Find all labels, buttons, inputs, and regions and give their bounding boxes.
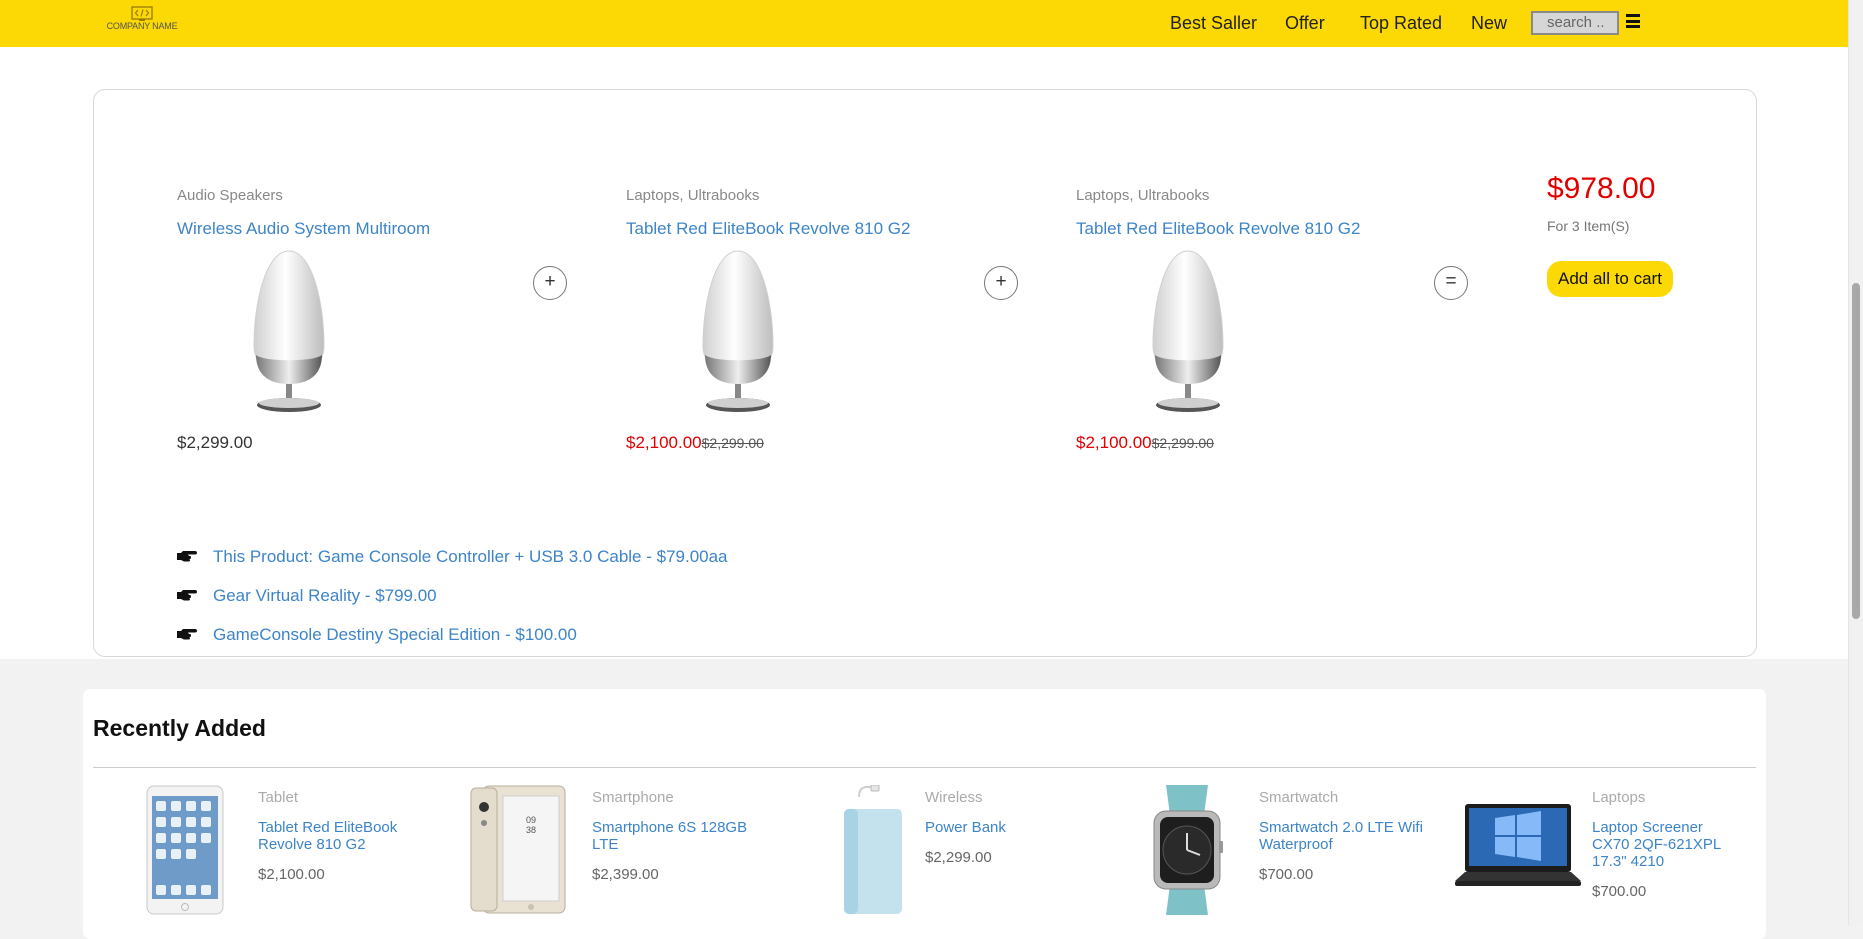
- price-regular: $2,299.00: [177, 433, 253, 452]
- product-price: $2,399.00: [592, 866, 659, 883]
- product-price: $2,100.00$2,299.00: [1076, 433, 1406, 453]
- speaker-image[interactable]: [693, 250, 783, 414]
- price-old: $2,299.00: [1151, 435, 1214, 451]
- product-info: Laptops Laptop Screener CX70 2QF-621XPL …: [1592, 785, 1742, 900]
- plus-sign: +: [984, 266, 1018, 300]
- product-title-link[interactable]: Wireless Audio System Multiroom: [177, 219, 507, 239]
- recently-added-section: Recently Added Tablet Tablet Red EliteBo…: [83, 689, 1766, 939]
- speaker-image[interactable]: [244, 250, 334, 414]
- product-info: Tablet Tablet Red EliteBook Revolve 810 …: [258, 785, 423, 883]
- product-info: Wireless Power Bank $2,299.00: [925, 785, 1090, 866]
- related-link[interactable]: Gear Virtual Reality - $799.00: [213, 586, 437, 606]
- list-item[interactable]: GameConsole Destiny Special Edition - $1…: [177, 615, 728, 654]
- smartwatch-image[interactable]: [1150, 785, 1224, 915]
- product-category: Smartphone: [592, 789, 674, 806]
- product-category: Laptops: [1592, 789, 1646, 806]
- total-price: $978.00: [1547, 172, 1656, 205]
- product-title-link[interactable]: Laptop Screener CX70 2QF-621XPL 17.3" 42…: [1592, 819, 1742, 870]
- related-link[interactable]: GameConsole Destiny Special Edition - $1…: [213, 625, 577, 645]
- bundle-card: Audio Speakers Wireless Audio System Mul…: [93, 89, 1757, 657]
- list-item[interactable]: Gear Virtual Reality - $799.00: [177, 576, 728, 615]
- bundle-product: Audio Speakers Wireless Audio System Mul…: [177, 187, 507, 453]
- nav-top-rated[interactable]: Top Rated: [1360, 13, 1442, 34]
- product-title-link[interactable]: Tablet Red EliteBook Revolve 810 G2: [258, 819, 423, 853]
- smartphone-image[interactable]: 09 38: [469, 785, 567, 915]
- top-navbar: COMPANY NAME Best Saller Offer Top Rated…: [0, 0, 1848, 47]
- product-category: Tablet: [258, 789, 299, 806]
- product-title-link[interactable]: Smartwatch 2.0 LTE Wifi Waterproof: [1259, 819, 1424, 853]
- add-all-to-cart-button[interactable]: Add all to cart: [1547, 261, 1673, 297]
- bundle-total: $978.00 For 3 Item(S) Add all to cart: [1547, 172, 1673, 297]
- related-products-list: This Product: Game Console Controller + …: [177, 537, 728, 654]
- product-category: Laptops, Ultrabooks: [626, 187, 760, 204]
- product-category: Wireless: [925, 789, 983, 806]
- section-title: Recently Added: [93, 715, 266, 741]
- laptop-image[interactable]: [1455, 803, 1581, 893]
- related-link[interactable]: This Product: Game Console Controller + …: [213, 547, 728, 567]
- pointing-hand-icon: [177, 590, 197, 601]
- product-info: Smartwatch Smartwatch 2.0 LTE Wifi Water…: [1259, 785, 1424, 883]
- divider: [93, 767, 1756, 768]
- search-input[interactable]: search ..: [1531, 11, 1619, 35]
- svg-text:09: 09: [526, 815, 536, 825]
- product-title-link[interactable]: Power Bank: [925, 819, 1090, 836]
- price-sale: $2,100.00: [626, 433, 702, 452]
- scrollbar-thumb[interactable]: [1852, 283, 1860, 619]
- price-old: $2,299.00: [701, 435, 764, 451]
- speaker-image[interactable]: [1143, 250, 1233, 414]
- product-category: Audio Speakers: [177, 187, 283, 204]
- nav-best-saller[interactable]: Best Saller: [1170, 13, 1257, 34]
- nav-offer[interactable]: Offer: [1285, 13, 1325, 34]
- tablet-image[interactable]: [145, 785, 225, 915]
- product-category: Smartwatch: [1259, 789, 1339, 806]
- bundle-product: Laptops, Ultrabooks Tablet Red EliteBook…: [1076, 187, 1406, 453]
- bundle-product: Laptops, Ultrabooks Tablet Red EliteBook…: [626, 187, 956, 453]
- logo-text: COMPANY NAME: [106, 21, 178, 31]
- power-bank-image[interactable]: [823, 785, 903, 915]
- product-info: Smartphone Smartphone 6S 128GB LTE $2,39…: [592, 785, 757, 883]
- nav-new[interactable]: New: [1471, 13, 1507, 34]
- list-item[interactable]: This Product: Game Console Controller + …: [177, 537, 728, 576]
- company-logo[interactable]: COMPANY NAME: [101, 6, 183, 40]
- code-logo-icon: [131, 6, 153, 21]
- product-category: Laptops, Ultrabooks: [1076, 187, 1210, 204]
- hamburger-menu-icon[interactable]: [1626, 14, 1640, 28]
- product-price: $2,299.00: [925, 849, 992, 866]
- product-title-link[interactable]: Smartphone 6S 128GB LTE: [592, 819, 757, 853]
- total-items: For 3 Item(S): [1547, 218, 1630, 234]
- product-price: $2,100.00$2,299.00: [626, 433, 956, 453]
- equals-sign: =: [1434, 266, 1468, 300]
- pointing-hand-icon: [177, 629, 197, 640]
- svg-text:38: 38: [526, 825, 536, 835]
- product-title-link[interactable]: Tablet Red EliteBook Revolve 810 G2: [626, 219, 956, 239]
- plus-sign: +: [533, 266, 567, 300]
- product-price: $2,100.00: [258, 866, 325, 883]
- product-title-link[interactable]: Tablet Red EliteBook Revolve 810 G2: [1076, 219, 1406, 239]
- product-price: $2,299.00: [177, 433, 507, 453]
- product-price: $700.00: [1592, 883, 1647, 900]
- product-price: $700.00: [1259, 866, 1314, 883]
- pointing-hand-icon: [177, 551, 197, 562]
- price-sale: $2,100.00: [1076, 433, 1152, 452]
